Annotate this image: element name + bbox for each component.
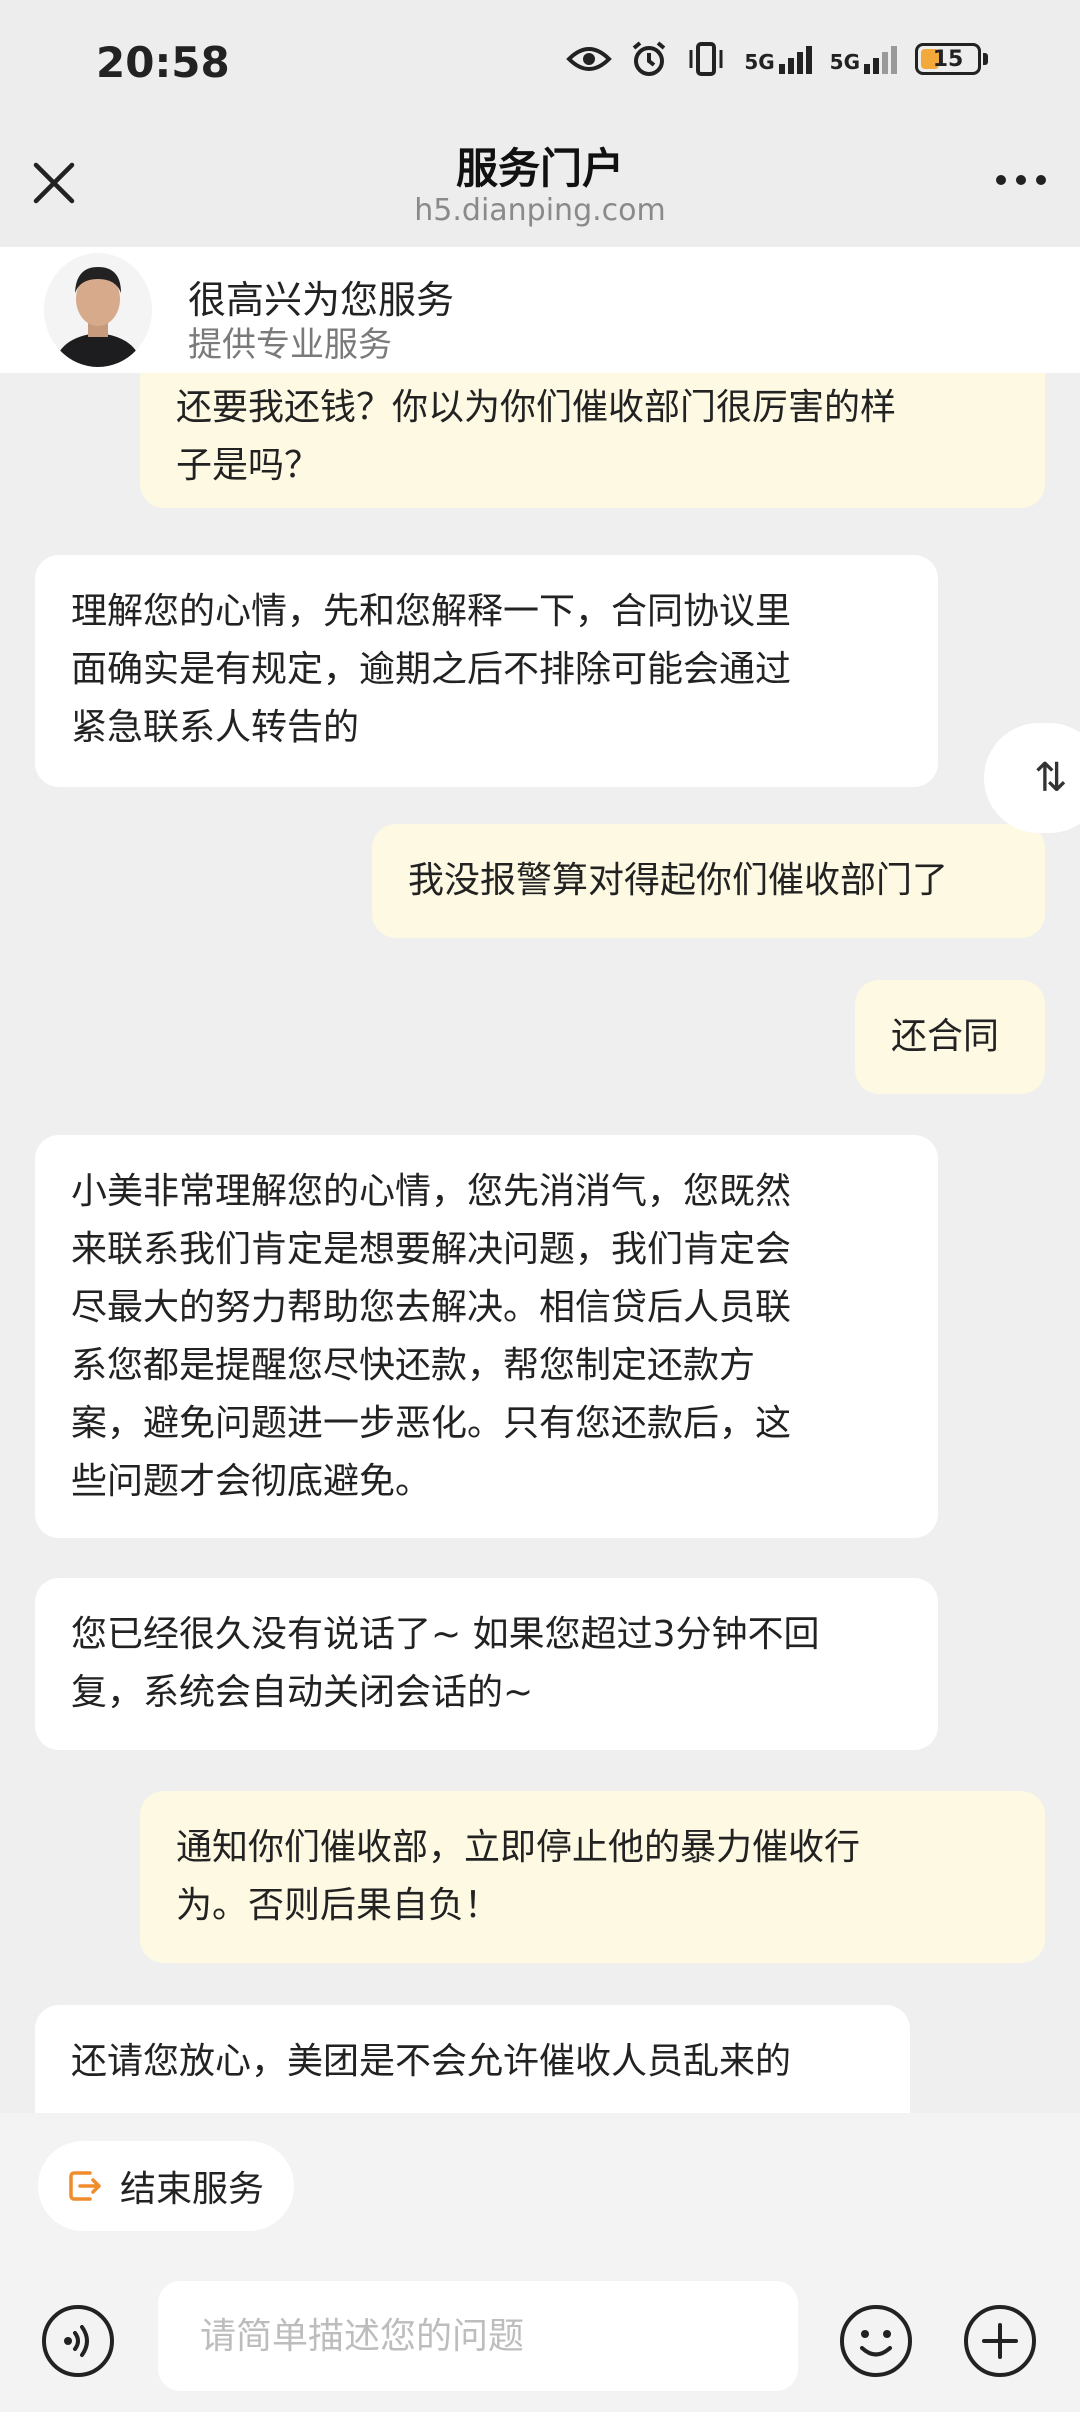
message-line: 我没报警算对得起你们催收部门了 [408,860,949,901]
message-line: 还合同 [891,1016,1000,1057]
status-icons: 5G 5G 15 [566,40,988,78]
page-title: 服务门户 [455,144,624,193]
agent-header: 很高兴为您服务 提供专业服务 [0,247,1080,373]
chat-message-list[interactable]: 还要我还钱？你以为你们催收部门很厉害的样 子是吗？ 理解您的心情，先和您解释一下… [0,373,1080,2113]
message-line: 还请您放心，美团是不会允许催收人员乱来的 [71,2041,792,2082]
message-line: 尽最大的努力帮助您去解决。相信贷后人员联 [71,1287,792,1328]
status-bar: 20:58 5G 5G 15 [0,0,1080,135]
battery-level: 15 [932,46,964,72]
message-line: 为。否则后果自负！ [176,1885,501,1926]
message-input[interactable] [158,2281,798,2391]
message-line: 理解您的心情，先和您解释一下，合同协议里 [71,591,792,632]
user-message: 还合同 [855,980,1045,1094]
exit-icon [69,2171,101,2201]
swap-vertical-icon: ⇅ [1034,755,1068,801]
signal-label-2: 5G [829,50,860,74]
signal-icon-2: 5G [830,44,897,74]
more-dot-icon [1036,175,1046,185]
message-line: 些问题才会彻底避免。 [71,1461,432,1502]
message-line: 面确实是有规定，逾期之后不排除可能会通过 [71,649,792,690]
agent-message: 理解您的心情，先和您解释一下，合同协议里 面确实是有规定，逾期之后不排除可能会通… [35,555,938,787]
vibrate-icon [686,40,726,78]
message-line: 您已经很久没有说话了~ 如果您超过3分钟不回 [71,1614,820,1655]
emoji-icon [840,2305,912,2377]
nav-bar: 服务门户 h5.dianping.com [0,135,1080,247]
user-message: 还要我还钱？你以为你们催收部门很厉害的样 子是吗？ [140,373,1045,508]
user-message: 通知你们催收部，立即停止他的暴力催收行 为。否则后果自负！ [140,1791,1045,1963]
agent-message: 还请您放心，美团是不会允许催收人员乱来的 [35,2005,910,2113]
agent-message: 您已经很久没有说话了~ 如果您超过3分钟不回 复，系统会自动关闭会话的~ [35,1578,938,1750]
end-service-button[interactable]: 结束服务 [38,2141,294,2231]
agent-name: 很高兴为您服务 [188,278,455,322]
agent-message: 小美非常理解您的心情，您先消消气，您既然 来联系我们肯定是想要解决问题，我们肯定… [35,1135,938,1538]
message-line: 复，系统会自动关闭会话的~ [71,1672,534,1713]
message-line: 通知你们催收部，立即停止他的暴力催收行 [176,1827,861,1868]
more-dot-icon [996,175,1006,185]
more-button[interactable] [996,175,1046,185]
signal-icon: 5G [744,44,812,74]
end-service-label: 结束服务 [120,2169,265,2210]
message-line: 紧急联系人转告的 [71,707,360,748]
battery-icon: 15 [915,43,988,75]
message-line: 还要我还钱？你以为你们催收部门很厉害的样 [176,387,897,428]
alarm-icon [630,40,668,78]
avatar [44,253,152,367]
voice-input-button[interactable] [40,2303,116,2379]
status-time: 20:58 [96,38,230,87]
plus-icon [964,2305,1036,2377]
message-line: 系您都是提醒您尽快还款，帮您制定还款方 [71,1345,756,1386]
signal-label: 5G [744,50,775,74]
agent-description: 提供专业服务 [188,325,392,365]
emoji-button[interactable] [838,2303,914,2379]
user-message: 我没报警算对得起你们催收部门了 [372,824,1045,938]
page-url: h5.dianping.com [414,193,666,228]
message-line: 小美非常理解您的心情，您先消消气，您既然 [71,1171,792,1212]
message-line: 案，避免问题进一步恶化。只有您还款后，这 [71,1403,792,1444]
more-dot-icon [1016,175,1026,185]
message-line: 子是吗？ [176,445,321,486]
bottom-panel: 结束服务 [0,2113,1080,2412]
voice-icon [42,2305,114,2377]
message-line: 来联系我们肯定是想要解决问题，我们肯定会 [71,1229,792,1270]
eye-icon [566,44,613,74]
more-actions-button[interactable] [962,2303,1038,2379]
